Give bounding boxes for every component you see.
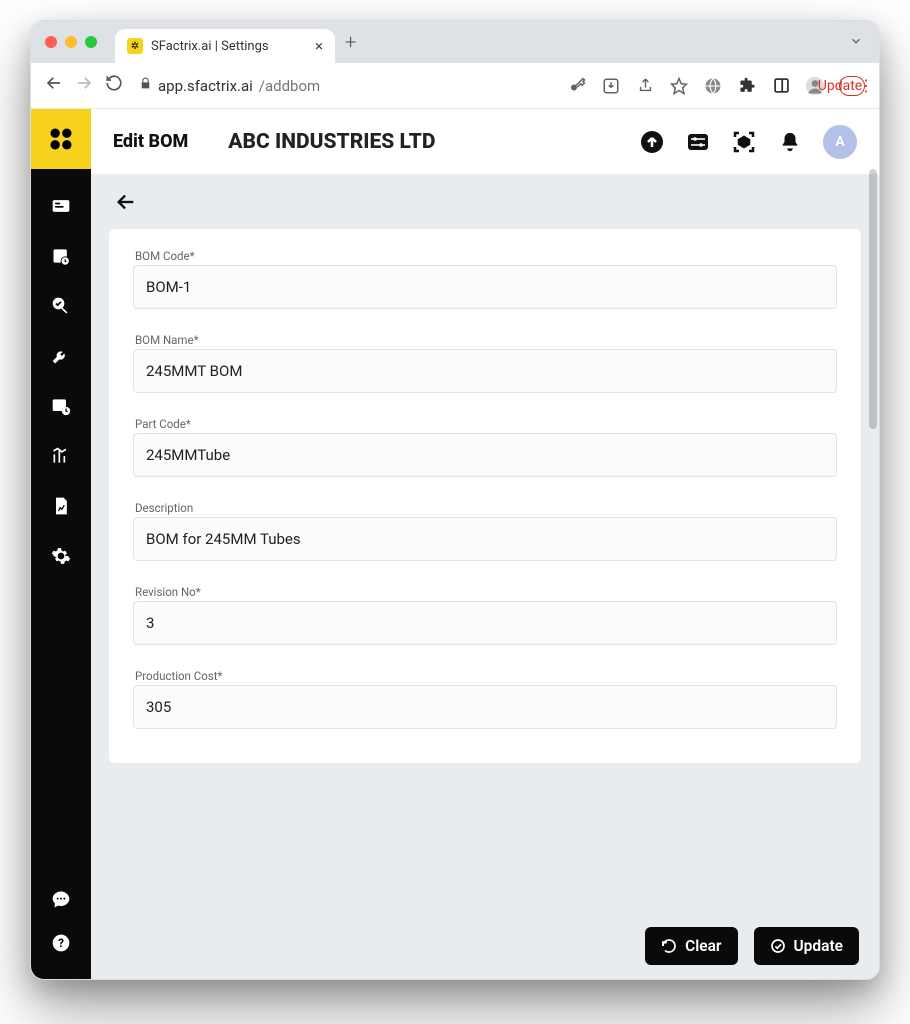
label-description: Description [133, 501, 837, 515]
lock-icon [139, 77, 152, 94]
app-sidebar: ? [31, 109, 91, 979]
field-production-cost: Production Cost* [133, 669, 837, 729]
input-bom-code[interactable] [133, 265, 837, 309]
browser-window: SFactrix.ai | Settings × + app.sfactrix.… [30, 20, 880, 980]
update-button[interactable]: Update [754, 927, 860, 965]
back-button[interactable] [109, 189, 861, 229]
nav-back-button[interactable] [45, 74, 63, 97]
input-part-code[interactable] [133, 433, 837, 477]
url-host: app.sfactrix.ai [158, 77, 253, 95]
install-icon[interactable] [601, 76, 621, 96]
label-production-cost: Production Cost* [133, 669, 837, 683]
browser-update-label: Update [830, 76, 850, 96]
nav-forward-button[interactable] [75, 74, 93, 97]
input-production-cost[interactable] [133, 685, 837, 729]
input-description[interactable] [133, 517, 837, 561]
check-circle-icon [770, 938, 786, 954]
field-part-code: Part Code* [133, 417, 837, 477]
app-logo[interactable] [31, 109, 91, 169]
sidebar-production-icon[interactable] [50, 395, 72, 417]
more-icon[interactable]: ⋮ [858, 76, 874, 96]
action-bar: Clear Update [625, 913, 879, 979]
sidebar-settings-icon[interactable] [50, 545, 72, 567]
update-label: Update [794, 937, 844, 955]
browser-update-button[interactable]: Update ⋮ [839, 76, 865, 96]
app-content: Edit BOM ABC INDUSTRIES LTD A BOM Code* [91, 109, 879, 979]
tab-title: SFactrix.ai | Settings [151, 39, 307, 54]
share-icon[interactable] [635, 76, 655, 96]
label-bom-name: BOM Name* [133, 333, 837, 347]
sidebar-analytics-icon[interactable] [50, 445, 72, 467]
url-path: /addbom [259, 77, 320, 95]
undo-icon [661, 938, 677, 954]
upload-icon[interactable] [639, 129, 665, 155]
favicon-icon [127, 38, 143, 54]
clear-label: Clear [685, 937, 721, 955]
field-bom-name: BOM Name* [133, 333, 837, 393]
maximize-window-button[interactable] [85, 36, 97, 48]
label-bom-code: BOM Code* [133, 249, 837, 263]
sidebar-schedule-icon[interactable] [50, 245, 72, 267]
key-icon[interactable] [567, 76, 587, 96]
svg-text:?: ? [58, 936, 64, 950]
scan-icon[interactable] [731, 129, 757, 155]
new-tab-button[interactable]: + [345, 30, 356, 54]
label-part-code: Part Code* [133, 417, 837, 431]
clear-button[interactable]: Clear [645, 927, 737, 965]
app-topbar: Edit BOM ABC INDUSTRIES LTD A [91, 109, 879, 175]
form-body: BOM Code* BOM Name* Part Code* Descripti… [91, 175, 879, 979]
panel-icon[interactable] [771, 76, 791, 96]
form-card: BOM Code* BOM Name* Part Code* Descripti… [109, 229, 861, 763]
bell-icon[interactable] [777, 129, 803, 155]
sidebar-dashboard-icon[interactable] [50, 195, 72, 217]
label-revision-no: Revision No* [133, 585, 837, 599]
minimize-window-button[interactable] [65, 36, 77, 48]
toolbar-icons: Update ⋮ [567, 76, 865, 96]
scrollbar-thumb[interactable] [869, 169, 877, 429]
reload-button[interactable] [105, 74, 123, 97]
sidebar-reports-icon[interactable] [50, 495, 72, 517]
globe-icon[interactable] [703, 76, 723, 96]
tabs-overflow-icon[interactable] [849, 33, 863, 52]
sidebar-maintenance-icon[interactable] [50, 345, 72, 367]
browser-toolbar: app.sfactrix.ai/addbom Update ⋮ [31, 63, 879, 109]
bookmark-icon[interactable] [669, 76, 689, 96]
field-bom-code: BOM Code* [133, 249, 837, 309]
sidebar-chat-icon[interactable] [51, 889, 71, 913]
page-title: Edit BOM [113, 131, 188, 152]
extensions-icon[interactable] [737, 76, 757, 96]
sidebar-help-icon[interactable]: ? [51, 933, 71, 957]
address-bar[interactable]: app.sfactrix.ai/addbom [139, 77, 320, 95]
company-name: ABC INDUSTRIES LTD [228, 130, 435, 154]
field-revision-no: Revision No* [133, 585, 837, 645]
window-controls [45, 36, 97, 48]
filter-icon[interactable] [685, 129, 711, 155]
avatar[interactable]: A [823, 125, 857, 159]
browser-tabstrip: SFactrix.ai | Settings × + [31, 21, 879, 63]
app-root: ? Edit BOM ABC INDUSTRIES LTD A [31, 109, 879, 979]
close-window-button[interactable] [45, 36, 57, 48]
browser-tab[interactable]: SFactrix.ai | Settings × [115, 29, 335, 63]
input-bom-name[interactable] [133, 349, 837, 393]
tab-close-icon[interactable]: × [315, 37, 323, 55]
field-description: Description [133, 501, 837, 561]
sidebar-quality-icon[interactable] [50, 295, 72, 317]
input-revision-no[interactable] [133, 601, 837, 645]
